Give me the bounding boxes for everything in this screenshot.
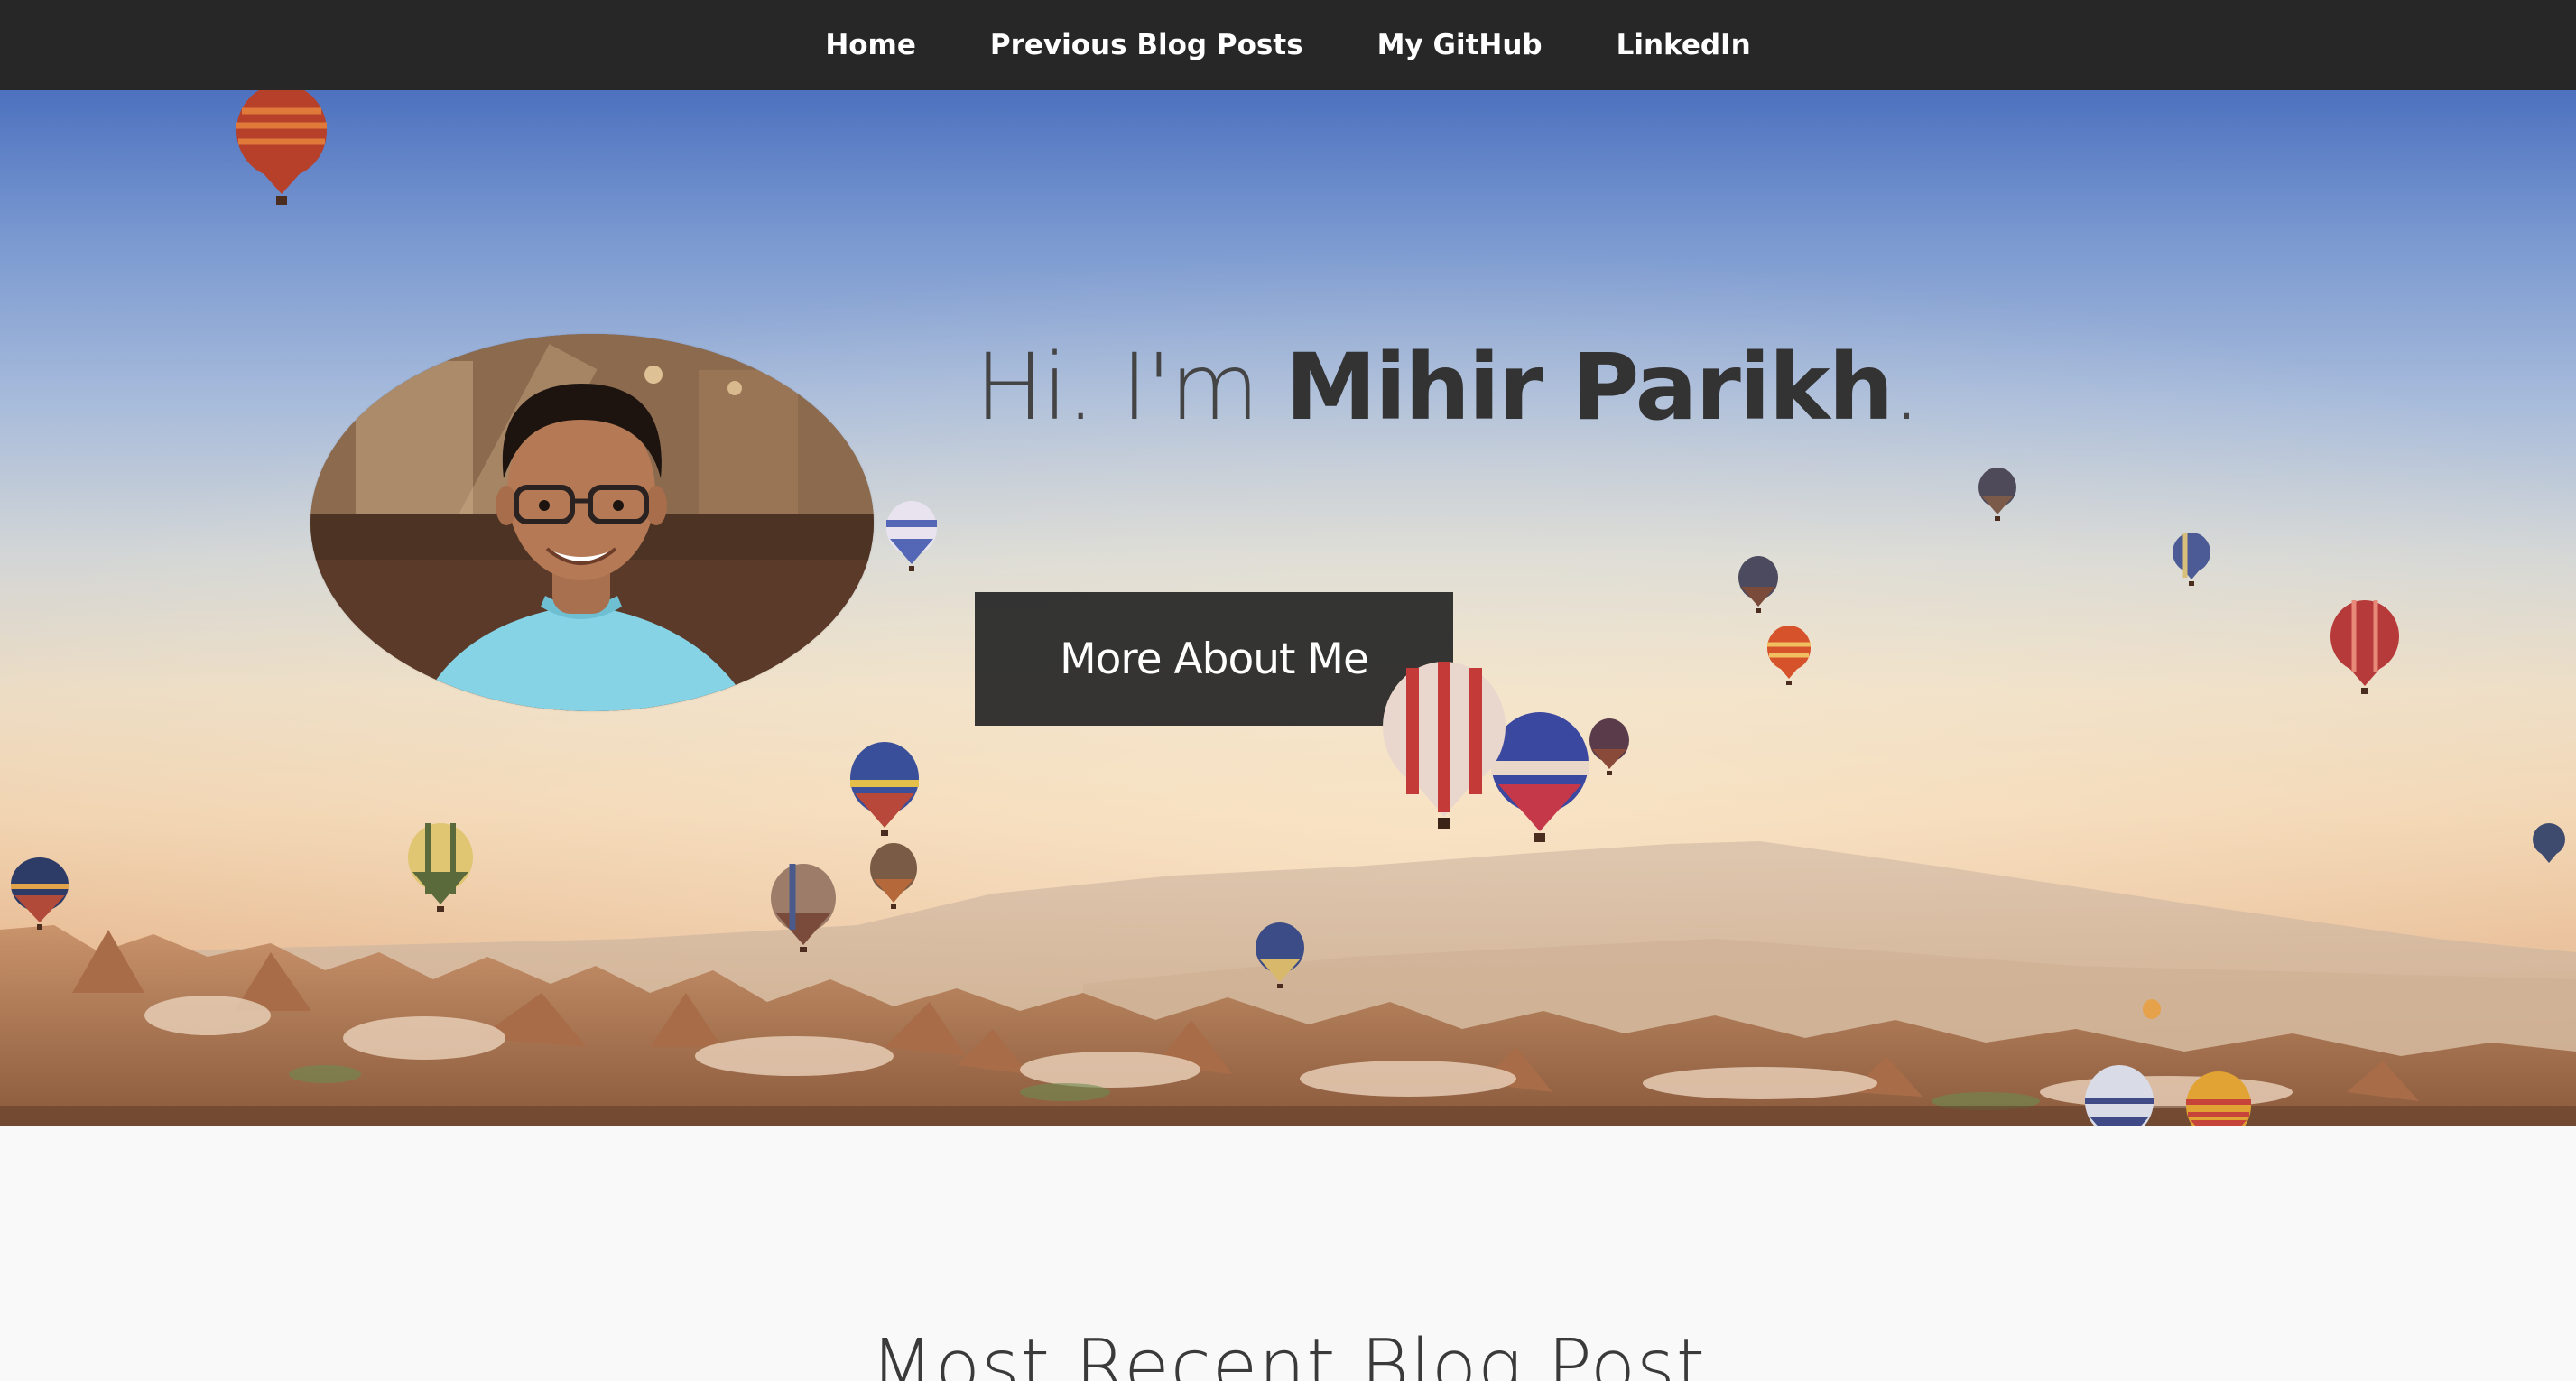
balloon-decoration — [1383, 662, 1506, 829]
author-name: Mihir Parikh — [1284, 334, 1894, 441]
profile-photo — [310, 334, 874, 711]
hero-banner: Hi. I'm Mihir Parikh. More About Me — [0, 90, 2576, 1126]
greeting-prefix: Hi. I'm — [975, 334, 1285, 441]
nav-github-link[interactable]: My GitHub — [1377, 29, 1543, 61]
nav-linkedin-link[interactable]: LinkedIn — [1617, 29, 1751, 61]
greeting-suffix: . — [1892, 334, 1921, 441]
nav-home-link[interactable]: Home — [825, 29, 916, 61]
recent-post-heading: Most Recent Blog Post — [870, 1324, 1706, 1381]
top-navbar: Home Previous Blog Posts My GitHub Linke… — [0, 0, 2576, 90]
hero-greeting: Hi. I'm Mihir Parikh. — [975, 334, 1922, 441]
recent-post-section: Most Recent Blog Post — [0, 1126, 2576, 1381]
nav-previous-posts-link[interactable]: Previous Blog Posts — [990, 29, 1303, 61]
